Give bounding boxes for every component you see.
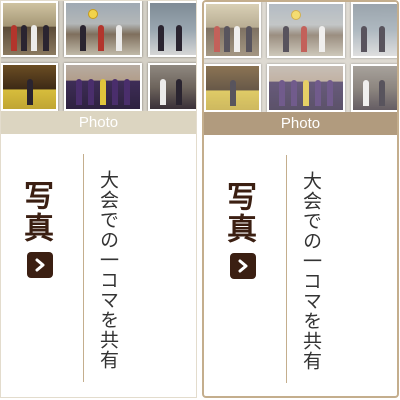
- photo-label-bar: Photo: [204, 112, 397, 135]
- award-photo-thumbnail: [1, 63, 58, 111]
- game-photo-thumbnail: [267, 2, 345, 58]
- card-title: 写真: [18, 180, 53, 244]
- wheelchair-photo-thumbnail: [351, 2, 397, 58]
- card-body: 写真 大会での一コマを共有: [204, 135, 397, 396]
- team-photo-thumbnail: [204, 2, 261, 58]
- group-photo-thumbnail: [267, 64, 345, 112]
- photo-label: Photo: [78, 114, 119, 131]
- photo-collage: [204, 2, 397, 112]
- card-caption: 大会での一コマを共有: [300, 171, 322, 371]
- divider: [286, 155, 287, 383]
- photo-label-bar: Photo: [1, 111, 196, 134]
- photo-card-hover[interactable]: Photo 写真 大会での一コマを共有: [202, 0, 399, 398]
- wheelchair-photo-thumbnail: [148, 1, 196, 57]
- chevron-right-icon: [35, 258, 45, 272]
- open-photos-button[interactable]: [230, 253, 256, 279]
- open-photos-button[interactable]: [27, 252, 53, 278]
- photo-card[interactable]: Photo 写真 大会での一コマを共有: [0, 0, 197, 398]
- team-photo-thumbnail: [1, 1, 58, 57]
- match-photo-thumbnail: [148, 63, 196, 111]
- group-photo-thumbnail: [64, 63, 142, 111]
- match-photo-thumbnail: [351, 64, 397, 112]
- photo-label: Photo: [280, 115, 321, 132]
- award-photo-thumbnail: [204, 64, 261, 112]
- card-body: 写真 大会での一コマを共有: [1, 134, 196, 397]
- photo-collage: [1, 1, 196, 111]
- divider: [83, 154, 84, 382]
- game-photo-thumbnail: [64, 1, 142, 57]
- card-title: 写真: [221, 181, 256, 245]
- card-caption: 大会での一コマを共有: [97, 170, 119, 370]
- chevron-right-icon: [238, 259, 248, 273]
